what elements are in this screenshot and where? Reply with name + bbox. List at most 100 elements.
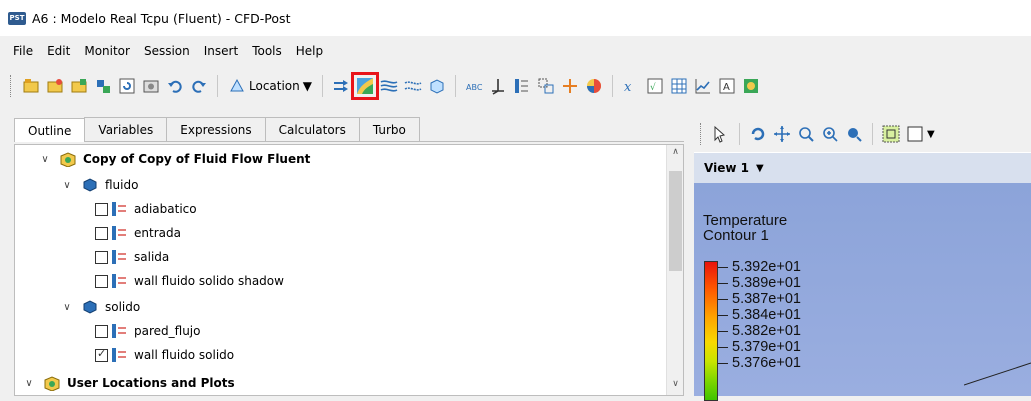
viewer-toolbar: ▼ xyxy=(694,116,1031,152)
menu-session[interactable]: Session xyxy=(137,44,197,58)
tree-domain-row[interactable]: ∨ solido xyxy=(61,295,140,319)
tab-expressions[interactable]: Expressions xyxy=(166,117,266,141)
domain-label: solido xyxy=(105,300,141,314)
visibility-checkbox[interactable] xyxy=(95,202,108,216)
chevron-down-icon[interactable]: ▼ xyxy=(756,163,764,174)
boundary-label: wall fluido solido shadow xyxy=(134,274,284,288)
tab-turbo[interactable]: Turbo xyxy=(358,117,420,141)
boundary-icon xyxy=(110,347,128,363)
menu-edit[interactable]: Edit xyxy=(40,44,77,58)
geometry-edge xyxy=(964,362,1031,386)
select-pointer-icon[interactable] xyxy=(711,124,731,144)
text-icon[interactable]: ABC xyxy=(464,76,484,96)
redo-icon[interactable] xyxy=(189,76,209,96)
contour-icon[interactable] xyxy=(351,72,379,100)
vector-icon[interactable] xyxy=(331,76,351,96)
figure-icon[interactable] xyxy=(741,76,761,96)
particle-track-icon[interactable] xyxy=(403,76,423,96)
screenshot-icon[interactable] xyxy=(141,76,161,96)
volume-render-icon[interactable] xyxy=(427,76,447,96)
tree-user-locations-row[interactable]: ∨ User Locations and Plots xyxy=(23,371,235,395)
highlight-icon[interactable] xyxy=(881,124,901,144)
table-icon[interactable] xyxy=(669,76,689,96)
legend-value: 5.379e+01 xyxy=(718,339,801,355)
tree-boundary-row[interactable]: wall fluido solido shadow xyxy=(95,269,284,293)
visibility-checkbox[interactable] xyxy=(95,324,108,338)
save-project-icon[interactable] xyxy=(93,76,113,96)
pan-icon[interactable] xyxy=(772,124,792,144)
legend-variable: Temperature xyxy=(703,212,788,229)
legend-value: 5.392e+01 xyxy=(718,259,801,275)
collapse-icon[interactable]: ∨ xyxy=(61,302,73,313)
tree-boundary-row[interactable]: wall fluido solido xyxy=(95,343,234,367)
toolbar-separator xyxy=(739,123,740,145)
tree-boundary-row[interactable]: pared_flujo xyxy=(95,319,200,343)
visibility-checkbox[interactable] xyxy=(95,250,108,264)
menu-file[interactable]: File xyxy=(6,44,40,58)
open-state-icon[interactable] xyxy=(21,76,41,96)
visibility-checkbox[interactable] xyxy=(95,226,108,240)
collapse-icon[interactable]: ∨ xyxy=(23,378,35,389)
tab-outline[interactable]: Outline xyxy=(14,118,86,142)
chevron-down-icon: ▼ xyxy=(302,79,312,93)
domain-icon xyxy=(81,299,99,315)
window-title: A6 : Modelo Real Tcpu (Fluent) - CFD-Pos… xyxy=(32,10,291,26)
scroll-down-icon[interactable]: ∨ xyxy=(667,379,683,389)
collapse-icon[interactable]: ∨ xyxy=(39,154,51,165)
scrollbar-thumb[interactable] xyxy=(669,171,682,271)
fit-view-icon[interactable] xyxy=(844,124,864,144)
boundary-icon xyxy=(110,201,128,217)
boundary-label: adiabatico xyxy=(134,202,197,216)
coordinate-frame-icon[interactable] xyxy=(488,76,508,96)
variable-icon[interactable]: x xyxy=(621,76,641,96)
toolbar-grip[interactable] xyxy=(10,75,13,97)
collapse-icon[interactable]: ∨ xyxy=(61,180,73,191)
streamline-icon[interactable] xyxy=(379,76,399,96)
expression-icon[interactable]: √ xyxy=(645,76,665,96)
toolbar-separator xyxy=(872,123,873,145)
legend-icon[interactable] xyxy=(512,76,532,96)
chart-icon[interactable] xyxy=(693,76,713,96)
toolbar-grip[interactable] xyxy=(700,123,703,145)
svg-text:A: A xyxy=(723,82,730,93)
undo-icon[interactable] xyxy=(165,76,185,96)
rotate-icon[interactable] xyxy=(748,124,768,144)
scroll-up-icon[interactable]: ∧ xyxy=(667,147,683,157)
save-state-icon[interactable] xyxy=(69,76,89,96)
app-icon: PST xyxy=(8,11,26,25)
boundary-label: salida xyxy=(134,250,170,264)
tab-calculators[interactable]: Calculators xyxy=(264,117,360,141)
legend-value: 5.376e+01 xyxy=(718,355,801,371)
case-label: Copy of Copy of Fluid Flow Fluent xyxy=(83,152,311,166)
viewport-layout-dropdown[interactable] xyxy=(905,124,925,144)
menu-insert[interactable]: Insert xyxy=(197,44,245,58)
toolbar-separator xyxy=(455,75,456,97)
tree-scrollbar[interactable]: ∧ ∨ xyxy=(666,145,683,395)
color-map-icon[interactable] xyxy=(584,76,604,96)
boundary-label: entrada xyxy=(134,226,181,240)
menu-monitor[interactable]: Monitor xyxy=(77,44,137,58)
clip-plane-icon[interactable] xyxy=(560,76,580,96)
visibility-checkbox[interactable] xyxy=(95,347,108,362)
outline-tree: ∨ Copy of Copy of Fluid Flow Fluent ∨ fl… xyxy=(14,144,684,396)
viewer-3d-area[interactable]: View 1 ▼ Temperature Contour 1 5.392e+01… xyxy=(694,152,1031,401)
refresh-icon[interactable] xyxy=(117,76,137,96)
boundary-icon xyxy=(110,225,128,241)
comment-icon[interactable]: A xyxy=(717,76,737,96)
zoom-box-icon[interactable] xyxy=(820,124,840,144)
instance-transform-icon[interactable] xyxy=(536,76,556,96)
location-dropdown[interactable]: Location ▼ xyxy=(224,77,316,95)
menu-help[interactable]: Help xyxy=(289,44,330,58)
domain-label: fluido xyxy=(105,178,139,192)
visibility-checkbox[interactable] xyxy=(95,274,108,288)
tree-boundary-row[interactable]: adiabatico xyxy=(95,197,197,221)
menu-tools[interactable]: Tools xyxy=(245,44,289,58)
tree-domain-row[interactable]: ∨ fluido xyxy=(61,173,138,197)
tree-boundary-row[interactable]: entrada xyxy=(95,221,181,245)
zoom-icon[interactable] xyxy=(796,124,816,144)
tab-variables[interactable]: Variables xyxy=(84,117,168,141)
load-results-icon[interactable] xyxy=(45,76,65,96)
tree-case-row[interactable]: ∨ Copy of Copy of Fluid Flow Fluent xyxy=(39,147,310,171)
chevron-down-icon[interactable]: ▼ xyxy=(927,129,935,140)
tree-boundary-row[interactable]: salida xyxy=(95,245,169,269)
